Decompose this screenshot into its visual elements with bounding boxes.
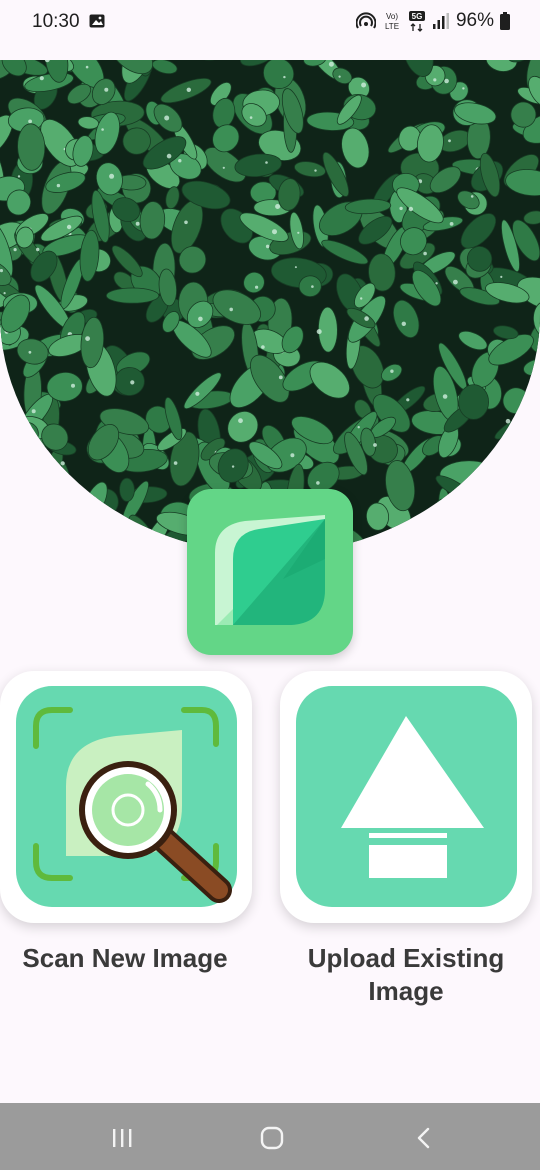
scan-new-image-label[interactable]: Scan New Image <box>0 942 250 975</box>
scan-new-image-button[interactable] <box>0 671 252 923</box>
app-logo <box>187 489 353 655</box>
navigation-bar <box>0 1103 540 1170</box>
upload-tile <box>296 686 517 907</box>
signal-icon <box>432 13 449 29</box>
battery-icon <box>500 12 510 30</box>
hotspot-icon <box>355 12 376 29</box>
home-icon[interactable] <box>259 1126 285 1150</box>
svg-text:5G: 5G <box>412 12 423 21</box>
status-bar: 10:30 Vo) LTE 5G 96% <box>0 0 540 44</box>
upload-existing-image-label[interactable]: Upload Existing Image <box>290 942 522 1008</box>
back-icon[interactable] <box>414 1127 434 1149</box>
volte-icon: Vo) LTE <box>385 12 399 31</box>
svg-text:LTE: LTE <box>385 22 399 31</box>
leaves-photo <box>0 60 540 554</box>
status-icons: Vo) LTE 5G 96% <box>355 10 510 32</box>
gallery-icon <box>89 14 105 28</box>
recents-icon[interactable] <box>110 1127 134 1149</box>
scan-magnifier-icon <box>33 707 232 903</box>
upload-arrow-icon <box>341 716 484 878</box>
hero-leaves-image <box>0 60 540 554</box>
5g-icon: 5G <box>408 11 425 32</box>
svg-text:Vo): Vo) <box>386 12 398 21</box>
scan-tile <box>16 686 237 907</box>
battery-percent: 96% <box>455 10 494 31</box>
upload-existing-image-button[interactable] <box>280 671 532 923</box>
leaf-logo-icon <box>215 515 325 625</box>
status-time: 10:30 <box>32 11 80 32</box>
